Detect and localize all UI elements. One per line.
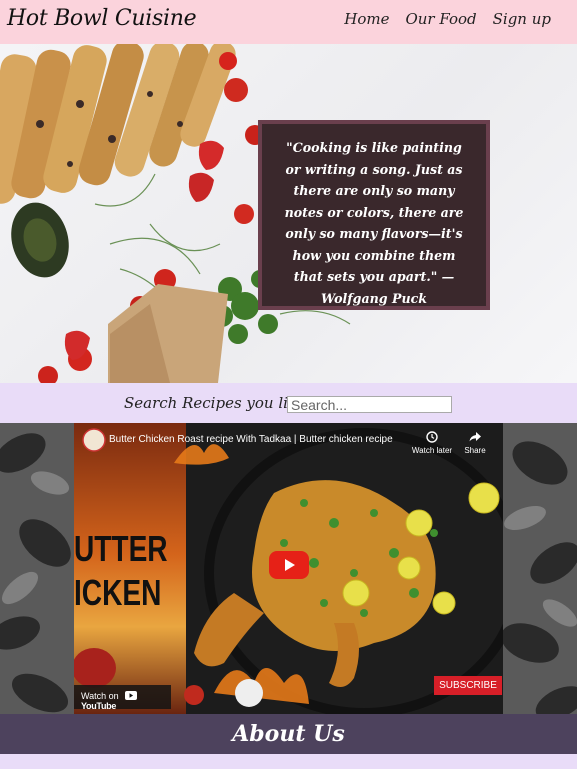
thumbnail-line-1: UTTER [74, 528, 168, 569]
brand-logo[interactable]: Hot Bowl Cuisine [7, 6, 197, 31]
play-icon [285, 559, 295, 571]
share-label: Share [464, 446, 486, 455]
watch-later-label: Watch later [411, 446, 453, 455]
search-input[interactable] [287, 396, 452, 413]
watch-on-youtube-button[interactable]: Watch on YouTube [74, 685, 171, 711]
thumbnail-title-text: UTTER ICKEN [74, 527, 168, 615]
nav-our-food-link[interactable]: Our Food [405, 10, 476, 28]
top-navbar: Hot Bowl Cuisine Home Our Food Sign up [0, 0, 577, 44]
search-bar: Search Recipes you like : [0, 383, 577, 423]
nav-home-link[interactable]: Home [344, 10, 389, 28]
youtube-wordmark: YouTube [81, 701, 117, 711]
thumbnail-line-2: ICKEN [74, 572, 162, 613]
share-button[interactable]: Share [460, 431, 490, 455]
watch-on-label: Watch on [81, 691, 119, 701]
video-title[interactable]: Butter Chicken Roast recipe With Tadkaa … [109, 434, 393, 445]
watch-later-button[interactable]: Watch later [411, 431, 453, 455]
about-section-header: About Us [0, 714, 577, 754]
play-button[interactable] [269, 551, 309, 579]
nav-links: Home Our Food Sign up [344, 10, 551, 28]
clock-icon [426, 431, 438, 443]
youtube-logo-icon [125, 691, 138, 700]
quote-card: "Cooking is like painting or writing a s… [258, 120, 490, 310]
nav-sign-up-link[interactable]: Sign up [493, 10, 551, 28]
video-section: Butter Chicken Roast recipe With Tadkaa … [0, 423, 577, 714]
about-title: About Us [232, 721, 345, 747]
youtube-embed[interactable]: Butter Chicken Roast recipe With Tadkaa … [74, 423, 503, 714]
share-icon [469, 432, 481, 442]
hero-banner: "Cooking is like painting or writing a s… [0, 44, 577, 383]
quote-text: "Cooking is like painting or writing a s… [284, 140, 464, 306]
subscribe-button[interactable]: SUBSCRIBE [434, 676, 502, 695]
